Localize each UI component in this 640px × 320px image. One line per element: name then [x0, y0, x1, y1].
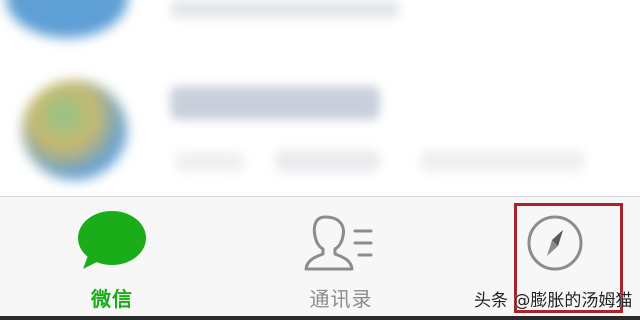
avatar: [6, 0, 128, 38]
chat-bubble-icon: [75, 209, 149, 279]
chat-list-item[interactable]: [0, 70, 640, 190]
chat-list-item[interactable]: [0, 0, 640, 60]
blurred-chat-preview: [170, 0, 400, 18]
chat-list: [0, 0, 640, 196]
tab-label: 微信: [91, 287, 133, 311]
tab-wechat[interactable]: 微信: [37, 197, 187, 315]
tab-label: 通讯录: [309, 287, 373, 311]
blurred-preview: [275, 150, 380, 172]
avatar: [22, 80, 127, 180]
blurred-preview: [175, 152, 245, 172]
tab-contacts[interactable]: 通讯录: [266, 197, 416, 315]
watermark-text: 头条 @膨胀的汤姆猫: [474, 291, 633, 311]
blurred-contact-name: [170, 86, 380, 120]
blurred-preview: [420, 150, 585, 172]
bottom-edge: [0, 316, 640, 320]
contacts-icon: [303, 209, 379, 281]
